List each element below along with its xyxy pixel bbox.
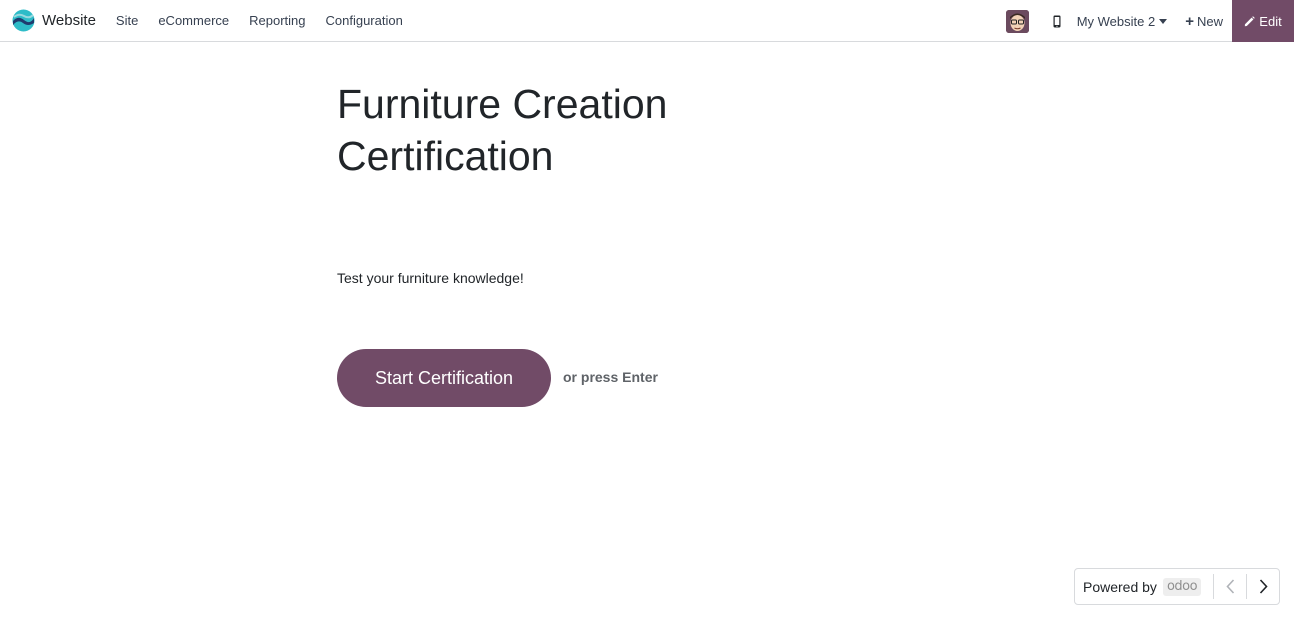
main-menu: Site eCommerce Reporting Configuration	[106, 0, 413, 42]
website-switcher-label: My Website 2	[1076, 13, 1156, 29]
menu-item-ecommerce[interactable]: eCommerce	[148, 0, 239, 42]
navbar-tools: My Website 2 + New Edit	[1005, 0, 1294, 42]
chevron-left-icon	[1225, 579, 1234, 594]
new-button-label: New	[1196, 13, 1223, 29]
top-navbar: Website Site eCommerce Reporting Configu…	[0, 0, 1294, 42]
keyboard-hint: or press Enter	[563, 369, 658, 385]
website-switcher[interactable]: My Website 2	[1077, 14, 1168, 29]
certification-intro: Furniture Creation Certification Test yo…	[337, 78, 937, 407]
menu-item-reporting[interactable]: Reporting	[239, 0, 315, 42]
menu-item-configuration[interactable]: Configuration	[316, 0, 413, 42]
next-page-button[interactable]	[1246, 574, 1279, 599]
new-button[interactable]: + New	[1185, 13, 1223, 30]
avatar-icon	[1005, 9, 1029, 33]
edit-button-label: Edit	[1259, 13, 1282, 29]
mobile-preview-icon[interactable]	[1049, 0, 1065, 42]
powered-by-footer: Powered by odoo	[1074, 568, 1280, 605]
pencil-icon	[1245, 15, 1256, 26]
app-name: Website	[42, 12, 96, 29]
app-brand[interactable]: Website	[12, 0, 96, 42]
page-title: Furniture Creation Certification	[337, 81, 668, 179]
page-navigation	[1213, 569, 1279, 604]
chevron-right-icon	[1259, 579, 1268, 594]
edit-button[interactable]: Edit	[1232, 0, 1294, 42]
menu-item-site[interactable]: Site	[106, 0, 148, 42]
previous-page-button[interactable]	[1213, 574, 1246, 599]
plus-icon: +	[1185, 12, 1194, 30]
start-certification-button[interactable]: Start Certification	[337, 349, 551, 407]
odoo-brand-link[interactable]: odoo	[1162, 577, 1202, 596]
odoo-website-logo-icon	[12, 9, 35, 32]
powered-by-text: Powered by	[1083, 578, 1157, 595]
user-avatar[interactable]	[1005, 9, 1029, 33]
certification-description: Test your furniture knowledge!	[337, 270, 524, 286]
caret-down-icon	[1159, 18, 1168, 24]
